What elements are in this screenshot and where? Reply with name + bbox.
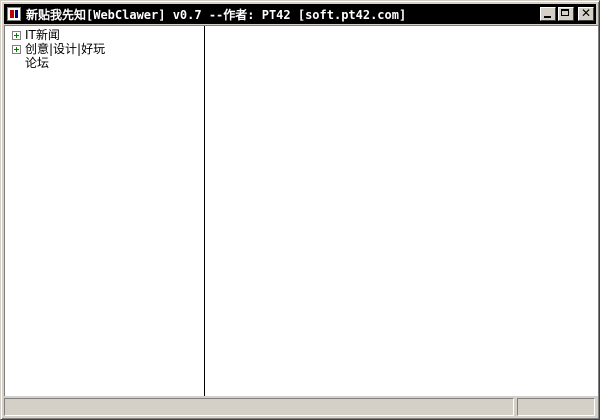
tree-item-label: IT新闻 [25,28,60,42]
tree-item-it-news[interactable]: IT新闻 [12,29,60,42]
status-bar [4,398,598,417]
client-area: IT新闻 创意|设计|好玩 论坛 [4,25,598,396]
close-button[interactable]: ✕ [578,6,594,21]
category-tree[interactable]: IT新闻 创意|设计|好玩 论坛 [5,26,205,396]
status-panel-side [517,398,595,416]
content-pane[interactable] [205,26,597,396]
tree-item-label: 创意|设计|好玩 [25,42,106,56]
title-bar[interactable]: 新贴我先知[WebClawer] v0.7 --作者: PT42 [soft.p… [4,4,596,24]
expand-plus-icon[interactable] [12,31,21,40]
status-panel-main [4,398,514,416]
tree-item-creative-design-fun[interactable]: 创意|设计|好玩 [12,43,105,56]
expand-plus-icon[interactable] [12,45,21,54]
maximize-button[interactable] [558,7,574,21]
app-icon[interactable] [7,7,21,21]
tree-item-forum[interactable]: 论坛 [25,57,49,70]
window-controls: ✕ [540,6,594,21]
close-icon: ✕ [580,6,592,20]
tree-item-label: 论坛 [25,56,50,70]
window-title: 新贴我先知[WebClawer] v0.7 --作者: PT42 [soft.p… [26,7,407,22]
app-window: 新贴我先知[WebClawer] v0.7 --作者: PT42 [soft.p… [0,0,600,420]
minimize-button[interactable] [540,7,556,21]
